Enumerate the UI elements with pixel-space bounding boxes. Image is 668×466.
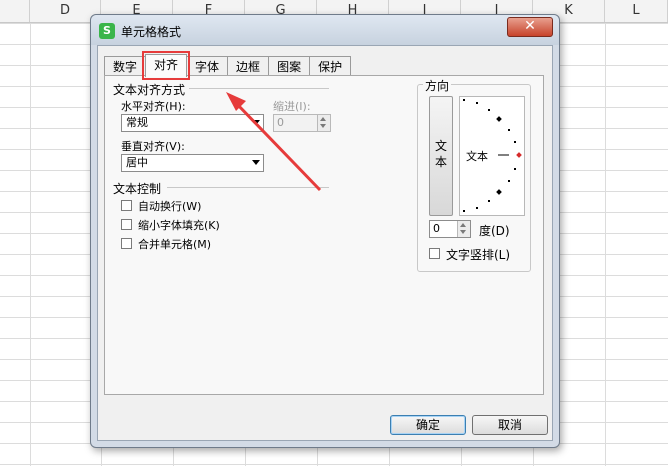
spin-up-icon [320,117,326,121]
dialog-content: 数字 对齐 字体 边框 图案 保护 文本对齐方式 水平对齐(H): 常规 缩进(… [97,45,553,441]
spin-down-icon [460,230,466,234]
wrap-text-label[interactable]: 自动换行(W) [138,198,201,214]
horizontal-align-label: 水平对齐(H): [121,100,186,113]
dialog-titlebar[interactable]: S 单元格格式 ✕ [91,15,559,45]
degree-label: 度(D) [479,224,510,238]
tab-font[interactable]: 字体 [186,56,229,77]
grid-line [605,23,606,466]
vertical-text-char: 文 [435,139,448,153]
text-alignment-group-label: 文本对齐方式 [113,83,186,97]
spin-up-icon [460,223,466,227]
horizontal-align-select[interactable]: 常规 [121,114,264,132]
close-button[interactable]: ✕ [507,17,553,37]
vertical-text-char: 本 [435,155,448,169]
text-control-group-label: 文本控制 [113,182,162,196]
group-divider [167,187,329,188]
dialog-title: 单元格格式 [121,25,182,39]
tab-border[interactable]: 边框 [227,56,270,77]
vertical-align-select[interactable]: 居中 [121,154,264,172]
grid-line [30,23,31,466]
dial-text: 文本 [466,150,488,163]
cancel-button[interactable]: 取消 [472,415,548,435]
shrink-to-fit-checkbox[interactable] [121,219,132,230]
alignment-panel: 文本对齐方式 水平对齐(H): 常规 缩进(I): 0 垂直对齐(V): 居中 [104,75,544,395]
ok-button[interactable]: 确定 [390,415,466,435]
spinner-buttons[interactable] [317,115,330,131]
column-header-spacer [0,0,30,22]
indent-value: 0 [277,116,284,129]
merge-cells-checkbox[interactable] [121,238,132,249]
orientation-dial[interactable]: 文本 [459,96,525,216]
orientation-group-label: 方向 [423,77,452,94]
vertical-align-label: 垂直对齐(V): [121,140,185,153]
shrink-to-fit-label[interactable]: 缩小字体填充(K) [138,217,220,233]
tab-protection[interactable]: 保护 [309,56,352,77]
vertical-text-button[interactable]: 文 本 [429,96,453,216]
indent-label: 缩进(I): [273,100,311,113]
spinner-buttons[interactable] [457,221,470,237]
group-divider [189,88,329,89]
tab-alignment-label: 对齐 [154,58,179,72]
tab-alignment[interactable]: 对齐 [142,51,191,80]
tab-strip: 数字 对齐 字体 边框 图案 保护 [104,51,352,80]
vertical-layout-checkbox[interactable] [429,248,440,259]
tab-pattern[interactable]: 图案 [268,56,311,77]
column-header-l[interactable]: L [605,0,668,22]
tab-number[interactable]: 数字 [104,56,147,77]
indent-spinner[interactable]: 0 [273,114,331,132]
format-cells-dialog: S 单元格格式 ✕ 数字 对齐 字体 边框 图案 保护 文本对齐方式 水平对齐(… [90,14,560,448]
vertical-layout-label[interactable]: 文字竖排(L) [446,246,510,263]
merge-cells-label[interactable]: 合并单元格(M) [138,236,211,252]
degree-spinner[interactable]: 0 [429,220,471,238]
spin-down-icon [320,124,326,128]
horizontal-align-value: 常规 [126,116,148,129]
degree-value: 0 [433,222,440,235]
chevron-down-icon [252,120,260,125]
wrap-text-checkbox[interactable] [121,200,132,211]
chevron-down-icon [252,160,260,165]
wps-app-icon: S [99,23,115,39]
vertical-align-value: 居中 [126,156,148,169]
